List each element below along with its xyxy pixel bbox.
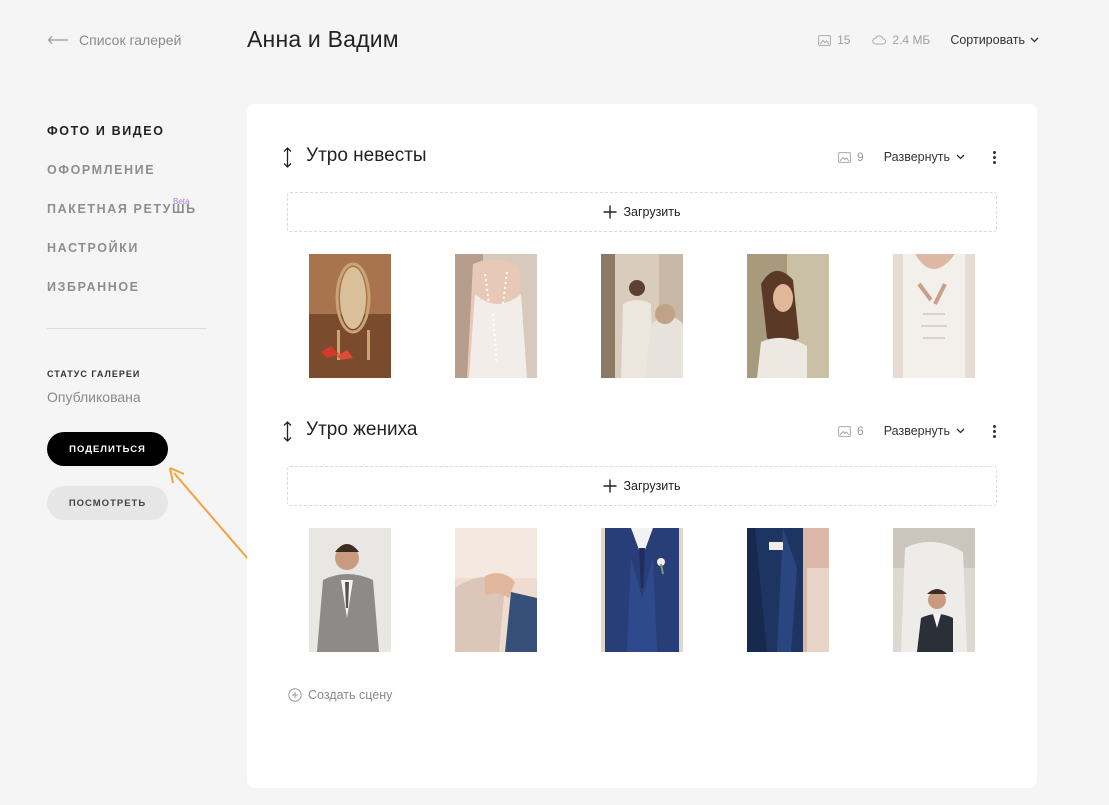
- create-scene-button[interactable]: Создать сцену: [288, 688, 392, 702]
- sidebar-item-label: Избранное: [47, 280, 140, 294]
- gallery-status-label: Статус галереи: [47, 369, 141, 379]
- photo-thumbnail[interactable]: [893, 528, 975, 652]
- photo-thumbnail[interactable]: [601, 528, 683, 652]
- sidebar-nav: Фото и видео Оформление Пакетная ретушь …: [47, 124, 197, 319]
- sidebar-item-label: Настройки: [47, 241, 139, 255]
- sidebar-item-favorites[interactable]: Избранное: [47, 280, 197, 319]
- back-to-galleries-link[interactable]: Список галерей: [47, 32, 181, 48]
- scene-header: Утро невесты 9 Развернуть: [283, 142, 997, 172]
- more-options-icon[interactable]: [993, 424, 997, 438]
- photo-thumbnail[interactable]: [601, 254, 683, 378]
- upload-button[interactable]: Загрузить: [287, 192, 997, 232]
- upload-label: Загрузить: [623, 479, 681, 493]
- back-link-label: Список галерей: [79, 32, 182, 48]
- photo-thumbnail[interactable]: [747, 254, 829, 378]
- photo-thumbnail[interactable]: [309, 528, 391, 652]
- image-icon: [818, 34, 831, 46]
- sidebar-item-photos-videos[interactable]: Фото и видео: [47, 124, 197, 163]
- scene-photo-count: 9: [857, 150, 864, 164]
- scene-title: Утро невесты: [306, 145, 427, 166]
- photo-count: 15: [837, 33, 851, 47]
- photo-thumbnail[interactable]: [893, 254, 975, 378]
- photo-thumbnail[interactable]: [455, 528, 537, 652]
- expand-dropdown[interactable]: Развернуть: [884, 150, 965, 164]
- sidebar-item-label: Оформление: [47, 163, 156, 177]
- expand-label: Развернуть: [883, 424, 950, 438]
- photo-thumbnail[interactable]: [309, 254, 391, 378]
- scene-title: Утро жениха: [306, 419, 418, 440]
- expand-label: Развернуть: [883, 150, 950, 164]
- view-button[interactable]: Посмотреть: [47, 486, 168, 520]
- scene-meta: 6 Развернуть: [838, 424, 997, 438]
- chevron-down-icon: [956, 428, 965, 434]
- image-icon: [838, 151, 851, 163]
- photo-grid: [287, 254, 997, 378]
- sort-dropdown[interactable]: Сортировать: [950, 33, 1039, 47]
- more-options-icon[interactable]: [993, 150, 997, 164]
- plus-circle-icon: [288, 688, 302, 702]
- chevron-down-icon: [1030, 37, 1039, 43]
- scene-section: Утро жениха 6 Развернуть Загрузить: [283, 416, 997, 652]
- arrow-left-icon: [47, 36, 68, 44]
- reorder-arrows-icon[interactable]: [283, 147, 292, 168]
- chevron-down-icon: [956, 154, 965, 160]
- upload-button[interactable]: Загрузить: [287, 466, 997, 506]
- sidebar-item-label: Фото и видео: [47, 124, 165, 138]
- share-button[interactable]: Поделиться: [47, 432, 168, 466]
- photo-thumbnail[interactable]: [455, 254, 537, 378]
- gallery-status-value: Опубликована: [47, 389, 141, 405]
- upload-label: Загрузить: [623, 205, 681, 219]
- create-scene-label: Создать сцену: [308, 688, 393, 702]
- cloud-icon: [872, 35, 887, 45]
- scene-meta: 9 Развернуть: [838, 150, 997, 164]
- scenes-panel: Утро невесты 9 Развернуть Загрузить Утро…: [247, 104, 1037, 788]
- scene-header: Утро жениха 6 Развернуть: [283, 416, 997, 446]
- storage-size: 2.4 МБ: [892, 33, 931, 47]
- scene-section: Утро невесты 9 Развернуть Загрузить: [283, 142, 997, 378]
- image-icon: [838, 425, 851, 437]
- gallery-title: Анна и Вадим: [247, 26, 399, 52]
- plus-icon: [603, 479, 617, 493]
- expand-dropdown[interactable]: Развернуть: [884, 424, 965, 438]
- reorder-arrows-icon[interactable]: [283, 421, 292, 442]
- plus-icon: [603, 205, 617, 219]
- scene-photo-count: 6: [857, 424, 864, 438]
- sort-label: Сортировать: [950, 33, 1025, 47]
- gallery-meta: 15 2.4 МБ Сортировать: [818, 33, 1039, 47]
- photo-thumbnail[interactable]: [747, 528, 829, 652]
- beta-badge: Beta: [173, 197, 190, 206]
- sidebar-item-batch-retouch[interactable]: Пакетная ретушь Beta: [47, 197, 197, 241]
- photo-grid: [287, 528, 997, 652]
- sidebar-item-settings[interactable]: Настройки: [47, 241, 197, 280]
- sidebar-divider: [47, 328, 207, 329]
